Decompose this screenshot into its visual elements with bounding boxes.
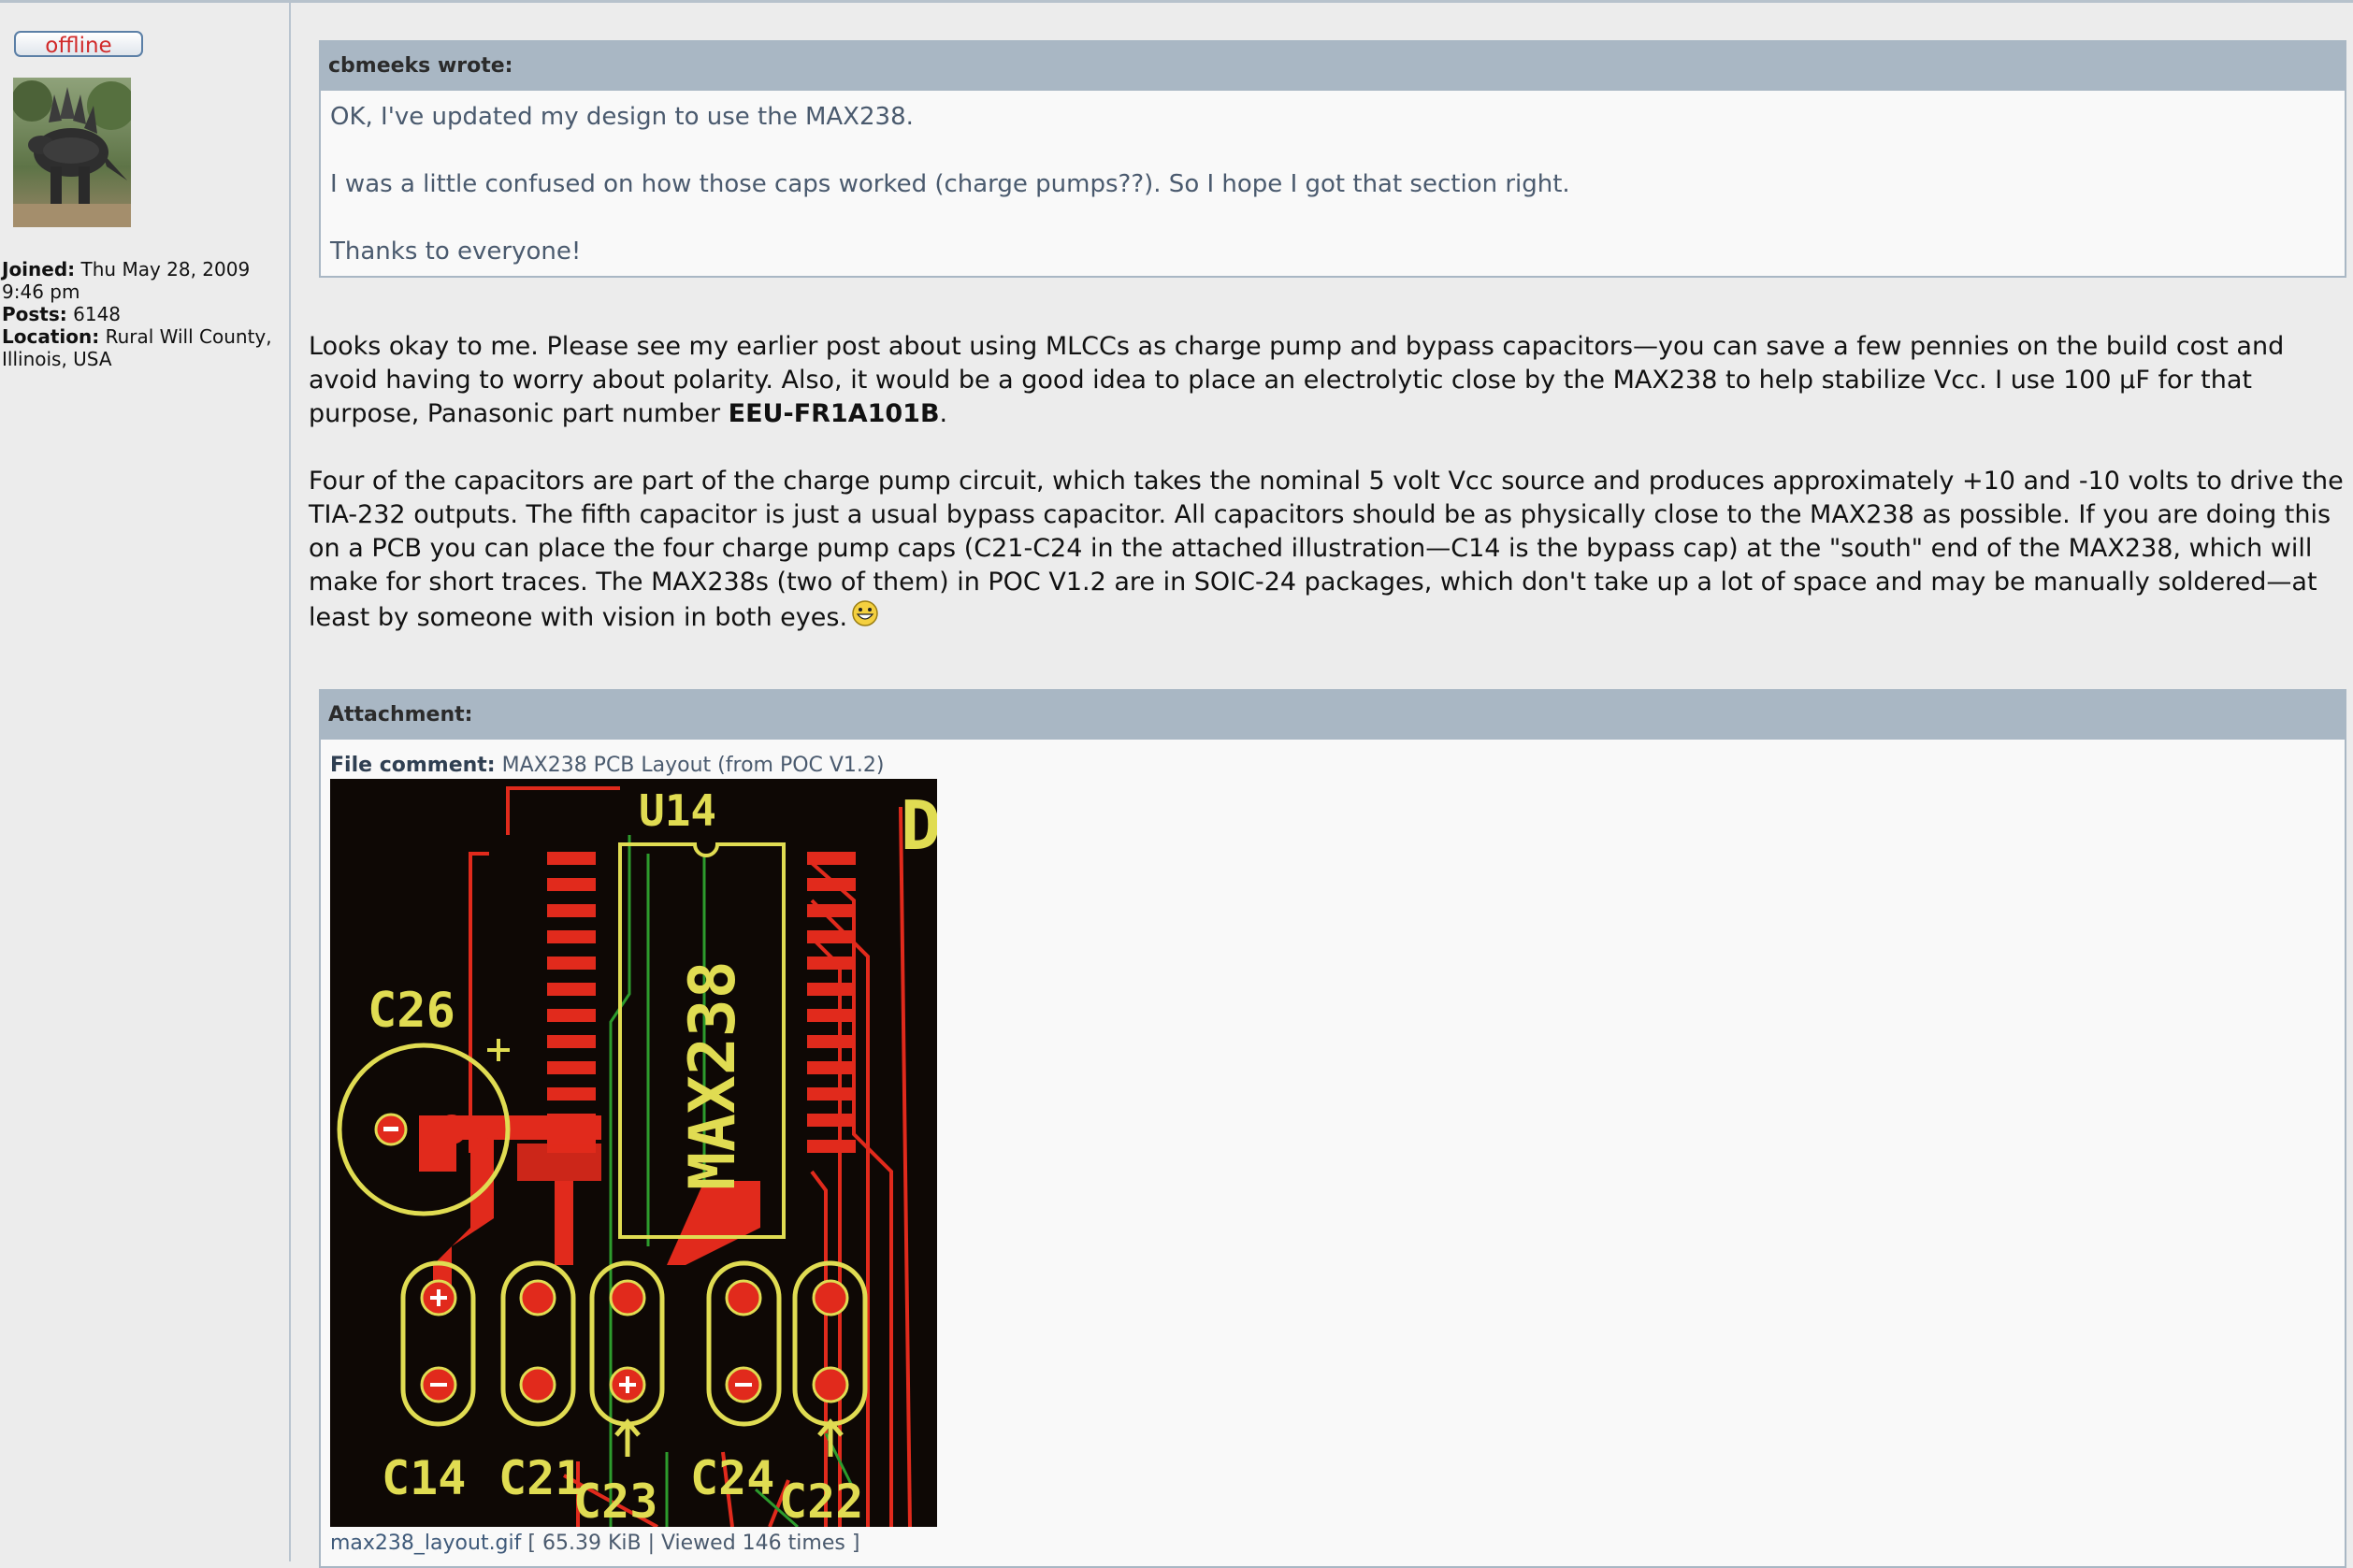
pcb-label-c26: C26 bbox=[368, 983, 455, 1039]
pcb-label-chip: MAX238 bbox=[676, 960, 750, 1190]
post-body: cbmeeks wrote: OK, I've updated my desig… bbox=[291, 3, 2353, 1568]
grin-smiley-icon bbox=[852, 600, 878, 626]
location-label: Location: bbox=[2, 325, 100, 348]
stegosaurus-avatar-image bbox=[13, 78, 131, 227]
pcb-layout-image[interactable]: U14 C26 C14 C21 C24 C23 C22 D MAX238 bbox=[330, 779, 937, 1527]
pcb-label-c21: C21 bbox=[498, 1451, 583, 1505]
pcb-label-c23: C23 bbox=[573, 1474, 657, 1527]
quote-content: OK, I've updated my design to use the MA… bbox=[321, 91, 2345, 268]
part-number: EEU-FR1A101B bbox=[728, 399, 940, 428]
post-paragraph: Looks okay to me. Please see my earlier … bbox=[309, 330, 2347, 431]
avatar[interactable] bbox=[13, 78, 131, 227]
pcb-label-c22: C22 bbox=[779, 1474, 863, 1527]
status-badge: offline bbox=[14, 31, 143, 58]
author-profile: offline Joined: Thu May 28, 2009 9:46 pm… bbox=[0, 3, 291, 1561]
posts-value: 6148 bbox=[73, 303, 122, 325]
post-text-segment: Looks okay to me. Please see my earlier … bbox=[309, 332, 2285, 428]
quote-line: Thanks to everyone! bbox=[330, 237, 582, 266]
file-comment-label: File comment: bbox=[330, 754, 496, 777]
profile-info: Joined: Thu May 28, 2009 9:46 pm Posts: … bbox=[2, 258, 282, 370]
quote-line: OK, I've updated my design to use the MA… bbox=[330, 103, 914, 131]
quote-header: cbmeeks wrote: bbox=[321, 42, 2345, 91]
post-text-segment: Four of the capacitors are part of the c… bbox=[309, 467, 2344, 632]
quote-line: I was a little confused on how those cap… bbox=[330, 170, 1570, 198]
posts-label: Posts: bbox=[2, 303, 67, 325]
post-text-segment: . bbox=[939, 399, 948, 428]
pcb-label-c24: C24 bbox=[690, 1451, 774, 1505]
file-comment: File comment: MAX238 PCB Layout (from PO… bbox=[330, 753, 885, 779]
attachment-block: Attachment: File comment: MAX238 PCB Lay… bbox=[319, 689, 2346, 1568]
attachment-header: Attachment: bbox=[321, 691, 2345, 740]
file-comment-value: MAX238 PCB Layout (from POC V1.2) bbox=[501, 754, 885, 777]
joined-label: Joined: bbox=[2, 258, 76, 281]
pcb-label-c14: C14 bbox=[382, 1451, 466, 1505]
file-caption: max238_layout.gif [ 65.39 KiB | Viewed 1… bbox=[330, 1531, 859, 1557]
pcb-label-corner: D bbox=[901, 786, 937, 865]
file-meta: [ 65.39 KiB | Viewed 146 times ] bbox=[527, 1532, 860, 1555]
post-text: Looks okay to me. Please see my earlier … bbox=[309, 330, 2347, 669]
post-paragraph: Four of the capacitors are part of the c… bbox=[309, 465, 2347, 635]
pcb-label-u14: U14 bbox=[639, 785, 716, 836]
file-name-link[interactable]: max238_layout.gif bbox=[330, 1532, 521, 1555]
quote-block: cbmeeks wrote: OK, I've updated my desig… bbox=[319, 40, 2346, 278]
